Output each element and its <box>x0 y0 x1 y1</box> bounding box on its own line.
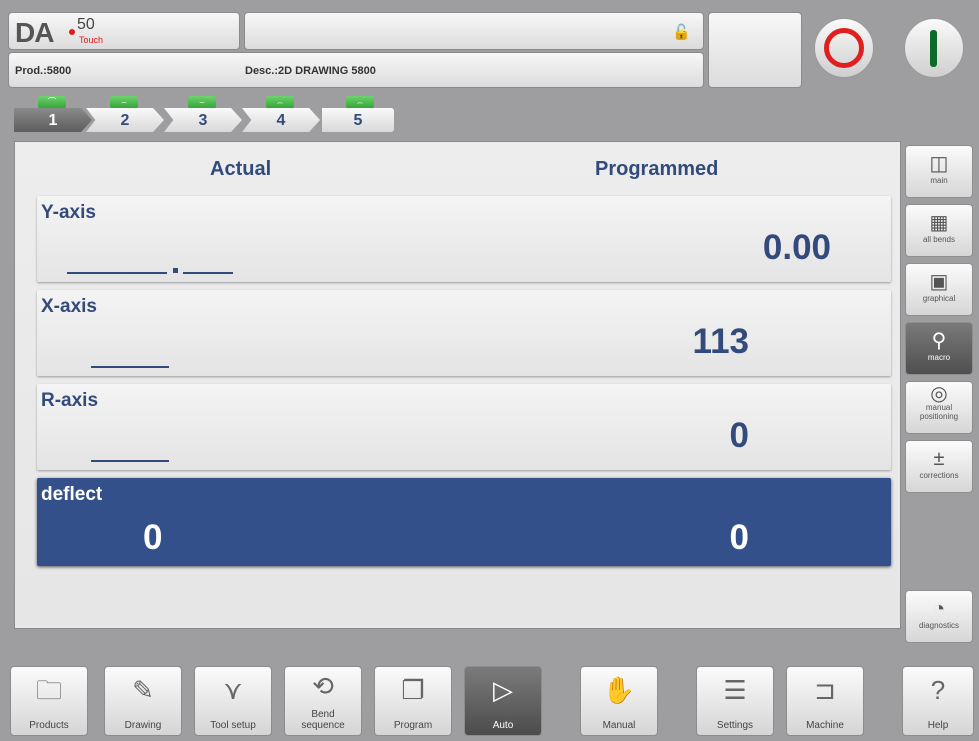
side-manual-positioning-button[interactable]: ◎ manual positioning <box>905 381 973 434</box>
programmed-value: 0 <box>729 518 749 557</box>
product-number: Prod.:5800 <box>15 65 72 77</box>
stop-button[interactable] <box>814 18 874 78</box>
dial-icon: ◎ <box>930 383 948 405</box>
side-macro-button[interactable]: ⚲ macro <box>905 322 973 375</box>
side-diagnostics-button[interactable]: ◔ diagnostics <box>905 590 973 643</box>
y-axis-row[interactable]: Y-axis 0.00 <box>37 196 891 282</box>
pencil-icon: ✎ <box>132 675 154 705</box>
deflect-row[interactable]: deflect 0 0 <box>37 478 891 566</box>
bend-step-number: 4 <box>276 112 286 129</box>
axis-label: Y-axis <box>41 202 96 223</box>
pages-icon: ❐ <box>401 675 425 705</box>
product-info-bar: Prod.:5800 Desc.:2D DRAWING 5800 <box>8 52 704 88</box>
product-description: Desc.:2D DRAWING 5800 <box>245 65 376 77</box>
programmed-value: 0.00 <box>762 228 831 267</box>
programmed-header: Programmed <box>595 158 719 180</box>
bend-sequence-icon: ⟲ <box>312 671 334 701</box>
settings-button[interactable]: ☰ Settings <box>696 666 774 736</box>
drawing-button[interactable]: ✎ Drawing <box>104 666 182 736</box>
actual-value-placeholder <box>91 366 169 368</box>
bend-direction-icon: ⌢ <box>266 96 294 109</box>
actual-header: Actual <box>210 158 272 180</box>
list-icon: ☰ <box>723 675 747 705</box>
axis-label: X-axis <box>41 296 97 317</box>
help-button[interactable]: ? Help <box>902 666 974 736</box>
unlock-icon[interactable]: 🔓 <box>672 23 691 41</box>
bend-step-number: 3 <box>198 112 208 129</box>
programmed-value: 0 <box>729 416 749 455</box>
side-graphical-button[interactable]: ▣ graphical <box>905 263 973 316</box>
question-icon: ? <box>930 675 946 705</box>
table-icon: ▦ <box>929 212 949 234</box>
bend-step-number: 5 <box>353 112 363 129</box>
side-corrections-button[interactable]: ± corrections <box>905 440 973 493</box>
folder-icon: 🗀 <box>35 675 62 705</box>
bend-step-number: 2 <box>120 112 130 129</box>
gauge-icon: ◔ <box>932 598 946 620</box>
hand-icon: ✋ <box>602 675 636 705</box>
start-button[interactable] <box>904 18 964 78</box>
actual-value-placeholder <box>183 272 233 274</box>
products-button[interactable]: 🗀 Products <box>10 666 88 736</box>
bend-direction-icon: ⌣ <box>188 96 216 109</box>
title-panel: 🔓 <box>244 12 704 50</box>
bend-step-4[interactable]: ⌢ 4 <box>242 96 328 136</box>
tool-setup-button[interactable]: ⋎ Tool setup <box>194 666 272 736</box>
start-icon <box>930 30 937 67</box>
bend-direction-icon: ⌒ <box>38 96 66 109</box>
machine-icon: ⊐ <box>814 675 836 705</box>
manual-button[interactable]: ✋ Manual <box>580 666 658 736</box>
auto-button[interactable]: ▷ Auto <box>464 666 542 736</box>
x-axis-row[interactable]: X-axis 113 <box>37 290 891 376</box>
logo-panel: DA 50 Touch <box>8 12 240 50</box>
decimal-point <box>173 268 178 273</box>
side-all-bends-button[interactable]: ▦ all bends <box>905 204 973 257</box>
machine-button[interactable]: ⊐ Machine <box>786 666 864 736</box>
actual-value-placeholder <box>91 460 169 462</box>
axis-label: deflect <box>41 484 103 505</box>
stop-icon <box>824 28 864 68</box>
bend-step-number: 1 <box>48 112 58 129</box>
bend-step-2[interactable]: ⌣ 2 <box>86 96 172 136</box>
tool-icon: ⋎ <box>223 675 243 705</box>
logo-model: 50 <box>77 16 95 33</box>
side-main-button[interactable]: ◫ main <box>905 145 973 198</box>
r-axis-row[interactable]: R-axis 0 <box>37 384 891 470</box>
status-panel <box>708 12 802 88</box>
split-view-icon: ◫ <box>929 153 949 175</box>
main-panel: Actual Programmed Y-axis 0.00 X-axis 113… <box>14 141 901 629</box>
graphical-icon: ▣ <box>929 271 949 293</box>
plus-minus-icon: ± <box>933 448 945 470</box>
magnifier-icon: ⚲ <box>931 330 947 352</box>
bend-sequence-button[interactable]: ⟲ Bend sequence <box>284 666 362 736</box>
program-button[interactable]: ❐ Program <box>374 666 452 736</box>
actual-value: 0 <box>143 518 163 557</box>
logo-dot <box>69 29 75 35</box>
axis-label: R-axis <box>41 390 99 411</box>
bend-step-3[interactable]: ⌣ 3 <box>164 96 250 136</box>
logo: DA <box>15 17 54 48</box>
logo-sub: Touch <box>79 35 104 45</box>
play-icon: ▷ <box>493 675 513 705</box>
actual-value-placeholder <box>67 272 167 274</box>
bend-step-5[interactable]: ⌢ 5 <box>322 96 408 136</box>
bend-direction-icon: ⌣ <box>110 96 138 109</box>
programmed-value: 113 <box>692 322 749 361</box>
